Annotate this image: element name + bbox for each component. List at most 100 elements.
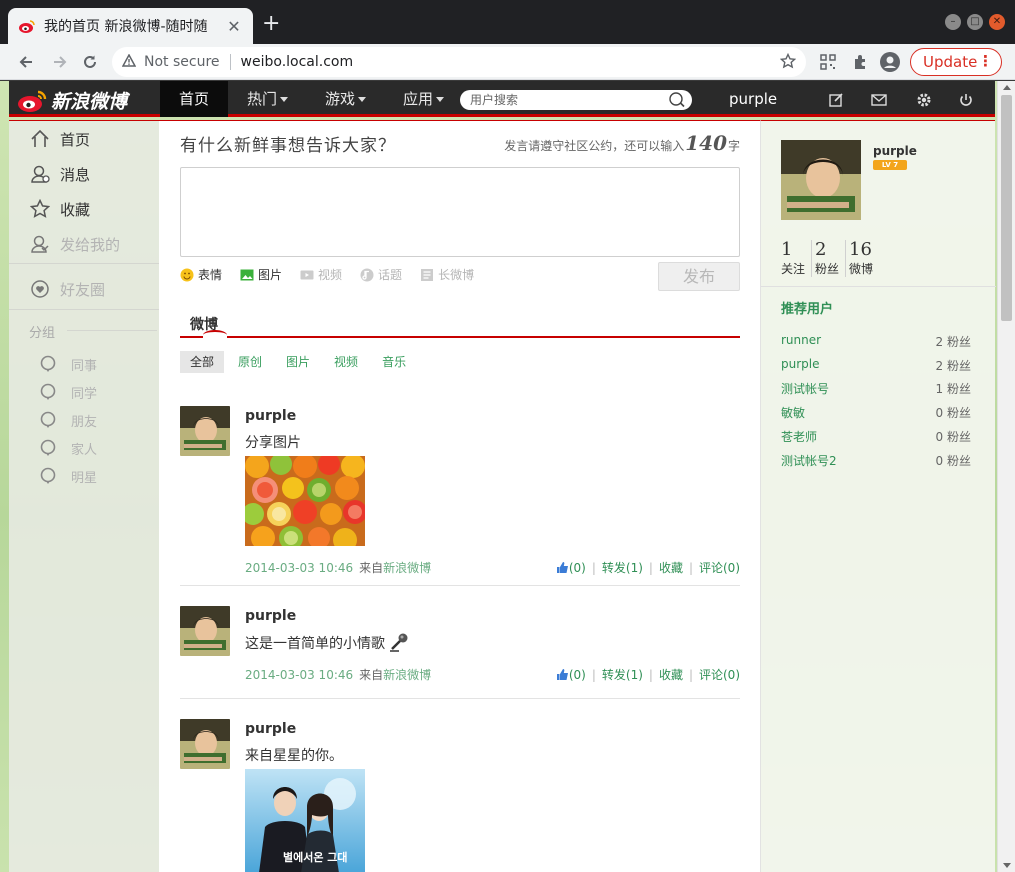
tool-video[interactable]: 视频	[300, 266, 342, 283]
group-item-friends[interactable]: 朋友	[39, 410, 97, 430]
page-scrollbar[interactable]	[997, 81, 1015, 872]
nav-hot[interactable]: 热门	[237, 81, 298, 117]
post-author[interactable]: purple	[245, 408, 296, 424]
profile-name[interactable]: purple	[873, 144, 917, 158]
recommend-user-name[interactable]: 敏敏	[781, 404, 805, 422]
new-tab-icon[interactable]: +	[262, 13, 280, 35]
address-bar[interactable]: Not secure weibo.local.com	[112, 47, 806, 77]
scroll-down-arrow-icon[interactable]	[1003, 863, 1011, 868]
scrollbar-thumb[interactable]	[1001, 95, 1012, 321]
filter-videos[interactable]: 视频	[324, 351, 368, 373]
update-button[interactable]: Update ⋮	[910, 48, 1002, 76]
bookmark-star-icon[interactable]	[779, 52, 797, 73]
weibo-logo[interactable]: 新浪微博	[17, 87, 127, 114]
action-separator: |	[591, 560, 596, 575]
post-repost-button[interactable]: 转发(1)	[602, 559, 643, 576]
tool-topic[interactable]: 话题	[360, 266, 402, 283]
group-item-colleagues[interactable]: 同事	[39, 354, 97, 374]
extensions-puzzle-icon[interactable]	[850, 52, 870, 72]
group-item-family[interactable]: 家人	[39, 438, 97, 458]
post-like-button[interactable]: (0)	[556, 561, 586, 575]
post-avatar[interactable]	[180, 719, 230, 769]
recommend-user-name[interactable]: purple	[781, 357, 820, 375]
back-arrow-icon[interactable]	[14, 50, 38, 74]
filter-images[interactable]: 图片	[276, 351, 320, 373]
publish-button[interactable]: 发布	[658, 262, 740, 291]
tool-image[interactable]: 图片	[240, 266, 282, 283]
group-item-celebrities[interactable]: 明星	[39, 466, 97, 486]
post-repost-button[interactable]: 转发(1)	[602, 666, 643, 683]
scroll-up-arrow-icon[interactable]	[1003, 85, 1011, 90]
post-time[interactable]: 2014-03-03 10:46	[245, 561, 353, 575]
nav-games[interactable]: 游戏	[315, 81, 376, 117]
minimize-icon[interactable]: –	[945, 14, 961, 30]
recommend-user-name[interactable]: 测试帐号2	[781, 452, 837, 470]
post-favorite-button[interactable]: 收藏	[659, 559, 683, 576]
stat-followers[interactable]: 2 粉丝	[815, 240, 847, 277]
tool-emoji[interactable]: 表情	[180, 266, 222, 283]
compose-edit-icon[interactable]	[827, 91, 845, 109]
post-via-source[interactable]: 新浪微博	[383, 668, 431, 682]
post-actions: (0) | 转发(1) | 收藏 | 评论(0)	[556, 559, 740, 576]
search-icon[interactable]	[668, 92, 686, 112]
filter-all[interactable]: 全部	[180, 351, 225, 373]
profile-account-icon[interactable]	[880, 52, 900, 72]
sidebar-item-sent-to-me[interactable]: 发给我的	[29, 230, 120, 258]
sidebar-item-label: 收藏	[60, 200, 91, 219]
post-image-fruits[interactable]	[245, 456, 365, 546]
post-avatar[interactable]	[180, 606, 230, 656]
composer-textarea[interactable]	[181, 168, 739, 256]
poster-title-text: 별에서온 그대	[283, 850, 348, 864]
filter-original[interactable]: 原创	[228, 351, 272, 373]
post-author[interactable]: purple	[245, 721, 296, 737]
post-time[interactable]: 2014-03-03 10:46	[245, 668, 353, 682]
group-bubble-icon	[40, 411, 56, 428]
sidebar-item-home[interactable]: 首页	[29, 125, 90, 153]
left-sidebar: 首页 消息 收藏 发给我的 好友圈 分组 同事 同学 朋友 家人 明星	[9, 120, 159, 872]
address-url[interactable]: weibo.local.com	[241, 54, 354, 70]
recommend-user-name[interactable]: 苍老师	[781, 428, 817, 446]
nav-username[interactable]: purple	[729, 81, 777, 117]
more-menu-icon[interactable]: ⋮	[978, 52, 993, 70]
composer-char-count: 140	[685, 131, 727, 155]
post-comment-button[interactable]: 评论(0)	[699, 666, 740, 683]
window-controls: – □ ✕	[945, 14, 1005, 30]
sidebar-item-messages[interactable]: 消息	[29, 160, 90, 188]
sidebar-item-friends-circle[interactable]: 好友圈	[29, 275, 105, 303]
tab-close-icon[interactable]: ✕	[225, 17, 243, 36]
close-window-icon[interactable]: ✕	[989, 14, 1005, 30]
post-image-poster[interactable]: 별에서온 그대	[245, 769, 365, 872]
post-author[interactable]: purple	[245, 608, 296, 624]
sidebar-item-label: 好友圈	[60, 280, 106, 299]
stat-posts[interactable]: 16 微博	[849, 240, 879, 277]
recommend-user-name[interactable]: runner	[781, 333, 821, 351]
post-avatar[interactable]	[180, 406, 230, 456]
reload-icon[interactable]	[78, 50, 102, 74]
qr-code-icon[interactable]	[818, 52, 838, 72]
forward-arrow-icon[interactable]	[48, 50, 72, 74]
warning-icon[interactable]	[121, 52, 137, 71]
maximize-icon[interactable]: □	[967, 14, 983, 30]
sidebar-item-favorites[interactable]: 收藏	[29, 195, 90, 223]
post-via-source[interactable]: 新浪微博	[383, 561, 431, 575]
settings-gear-icon[interactable]	[915, 91, 933, 109]
stat-following[interactable]: 1 关注	[781, 240, 813, 277]
user-search-input[interactable]	[460, 90, 650, 110]
nav-home[interactable]: 首页	[160, 81, 228, 117]
tool-long-weibo[interactable]: 长微博	[420, 266, 474, 283]
group-item-classmates[interactable]: 同学	[39, 382, 97, 402]
recommend-user-item: 测试帐号2 0 粉丝	[781, 452, 971, 470]
post-favorite-button[interactable]: 收藏	[659, 666, 683, 683]
filter-music[interactable]: 音乐	[372, 351, 416, 373]
logout-power-icon[interactable]	[957, 91, 975, 109]
post-comment-button[interactable]: 评论(0)	[699, 559, 740, 576]
mail-icon[interactable]	[870, 91, 888, 109]
group-section-line	[67, 330, 157, 331]
nav-apps[interactable]: 应用	[393, 81, 454, 117]
profile-avatar[interactable]	[781, 140, 861, 220]
long-text-icon	[420, 268, 434, 282]
post-like-button[interactable]: (0)	[556, 668, 586, 682]
recommend-title: 推荐用户	[781, 302, 834, 317]
browser-tab[interactable]: 我的首页 新浪微博-随时随 ✕	[8, 8, 253, 44]
recommend-user-name[interactable]: 测试帐号	[781, 380, 829, 398]
